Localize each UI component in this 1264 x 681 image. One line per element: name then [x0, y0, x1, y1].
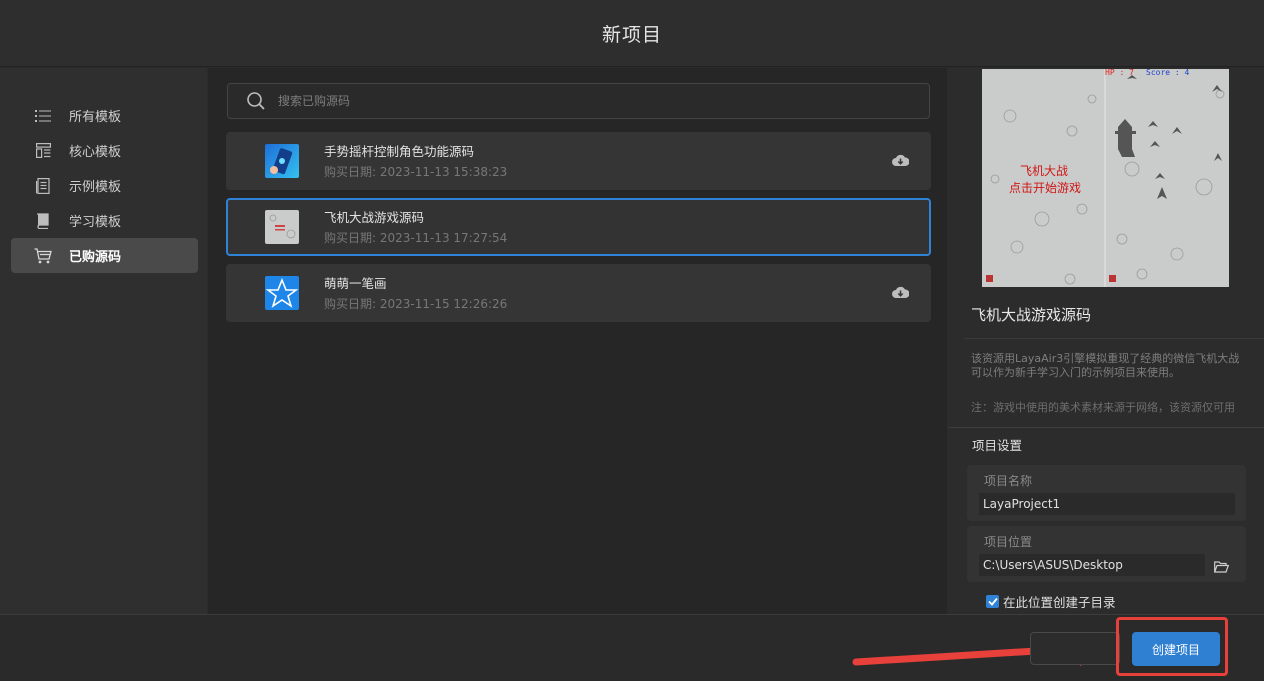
sidebar-item-purchased-source[interactable]: 已购源码	[11, 238, 198, 273]
sidebar-item-label: 示例模板	[69, 180, 122, 195]
game-start-text: 点击开始游戏	[1009, 181, 1082, 195]
sidebar-item-all-templates[interactable]: 所有模板	[11, 98, 198, 133]
preview-title: 飞机大战游戏源码	[971, 306, 1092, 324]
sidebar-item-label: 所有模板	[69, 110, 122, 125]
create-subdir-option[interactable]: 在此位置创建子目录	[986, 592, 1116, 611]
plane-game-thumbnail	[265, 210, 299, 244]
note-text: 注：游戏中使用的美术素材来源于网络，该资源仅可用	[971, 401, 1235, 414]
cloud-download-icon[interactable]	[892, 153, 910, 168]
item-name: 手势摇杆控制角色功能源码	[324, 144, 475, 159]
project-location-field: 项目位置	[967, 526, 1246, 582]
list-item[interactable]: 手势摇杆控制角色功能源码 购买日期: 2023-11-13 15:38:23	[226, 132, 931, 190]
item-date: 购买日期: 2023-11-13 17:27:54	[324, 231, 508, 245]
checkbox-checked-icon[interactable]	[986, 595, 999, 608]
sidebar: 所有模板 核心模板 示例模板 学习模板 已购源码	[0, 68, 207, 614]
game-title-text: 飞机大战	[1020, 164, 1069, 178]
settings-title: 项目设置	[972, 438, 1023, 453]
dialog-footer: 创建项目	[0, 614, 1264, 681]
sidebar-item-example-templates[interactable]: 示例模板	[11, 168, 198, 203]
book-icon	[34, 212, 52, 230]
divider	[964, 338, 1264, 339]
cancel-button[interactable]	[1030, 632, 1120, 665]
list-item[interactable]: 萌萌一笔画 购买日期: 2023-11-15 12:26:26	[226, 264, 931, 322]
folder-open-icon[interactable]	[1213, 558, 1230, 573]
description-line: 该资源用LayaAir3引擎模拟重现了经典的微信飞机大战	[971, 352, 1240, 365]
dialog-title: 新项目	[601, 23, 662, 46]
sidebar-item-core-templates[interactable]: 核心模板	[11, 133, 198, 168]
score-label: Score : 4	[1146, 69, 1190, 77]
project-name-input[interactable]	[979, 493, 1235, 515]
sidebar-item-learning-templates[interactable]: 学习模板	[11, 203, 198, 238]
project-location-label: 项目位置	[984, 535, 1033, 549]
joystick-thumbnail	[265, 144, 299, 178]
list-item-selected[interactable]: 飞机大战游戏源码 购买日期: 2023-11-13 17:27:54	[226, 198, 931, 256]
search-input[interactable]	[278, 94, 878, 108]
sidebar-item-label: 核心模板	[69, 145, 122, 160]
list-icon	[34, 107, 52, 125]
project-name-label: 项目名称	[984, 474, 1033, 488]
hp-label: HP : 7	[1105, 69, 1134, 77]
detail-panel: HP : 7 Score : 4 飞机大战 点击开始游戏 飞机大战游戏源码 该资…	[948, 68, 1264, 614]
search-icon	[246, 91, 266, 111]
item-date: 购买日期: 2023-11-15 12:26:26	[324, 297, 508, 311]
description-line: 可以作为新手学习入门的示例项目来使用。	[971, 366, 1180, 379]
source-list-panel: 手势摇杆控制角色功能源码 购买日期: 2023-11-13 15:38:23 飞…	[208, 68, 947, 614]
sidebar-item-label: 学习模板	[69, 215, 122, 230]
search-box[interactable]	[227, 83, 930, 119]
document-icon	[34, 177, 52, 195]
cart-icon	[34, 247, 52, 265]
project-name-field: 项目名称	[967, 465, 1246, 521]
star-thumbnail	[265, 276, 299, 310]
cloud-download-icon[interactable]	[892, 285, 910, 300]
item-date: 购买日期: 2023-11-13 15:38:23	[324, 165, 508, 179]
item-name: 萌萌一笔画	[324, 276, 387, 291]
sidebar-item-label: 已购源码	[69, 250, 122, 265]
project-location-input[interactable]	[979, 554, 1205, 576]
description: 该资源用LayaAir3引擎模拟重现了经典的微信飞机大战 可以作为新手学习入门的…	[971, 352, 1261, 380]
divider	[948, 427, 1264, 428]
item-name: 飞机大战游戏源码	[324, 210, 425, 225]
preview-image: HP : 7 Score : 4 飞机大战 点击开始游戏	[982, 69, 1229, 287]
create-project-button[interactable]: 创建项目	[1132, 632, 1220, 666]
layout-icon	[34, 142, 52, 160]
create-subdir-label: 在此位置创建子目录	[1003, 595, 1116, 610]
dialog-header: 新项目	[0, 0, 1264, 67]
